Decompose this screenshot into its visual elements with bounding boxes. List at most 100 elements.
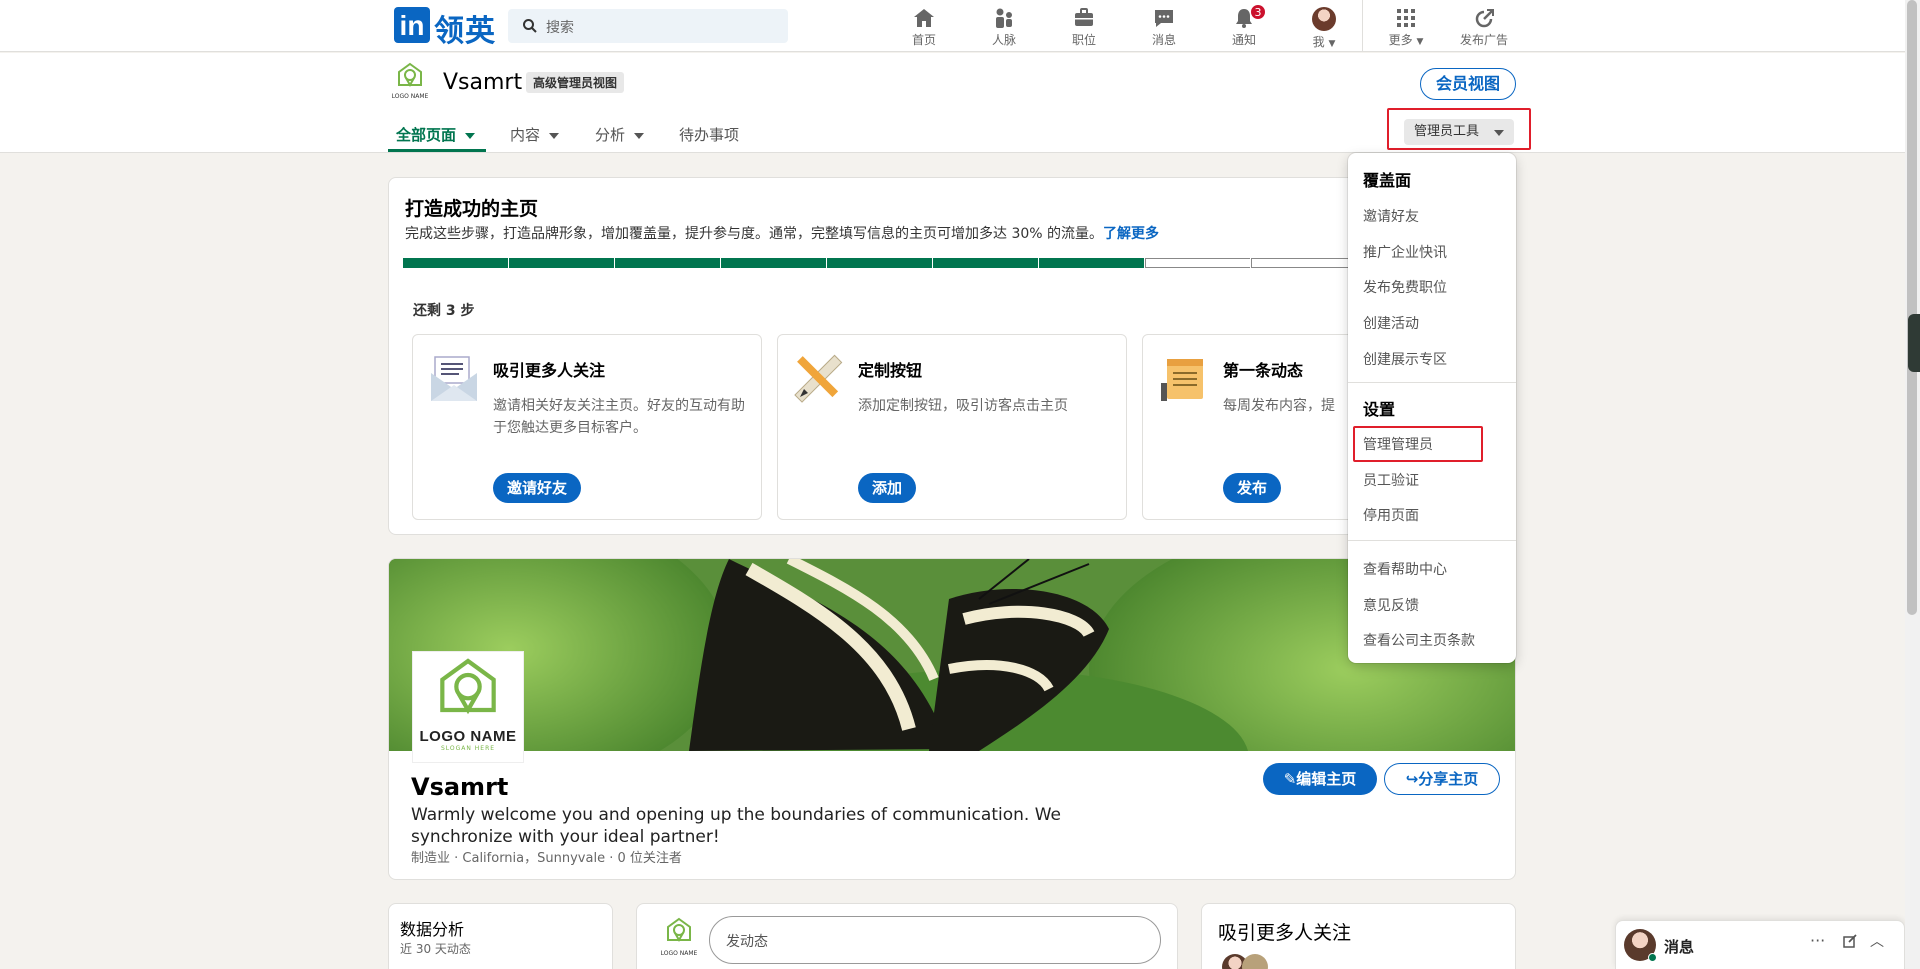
company-tagline: Warmly welcome you and opening up the bo… xyxy=(411,805,1061,847)
analytics-card: 数据分析 近 30 天动态 xyxy=(388,903,613,969)
company-meta: 制造业 · California，Sunnyvale · 0 位关注者 xyxy=(411,851,682,866)
nav-me[interactable]: 我 ▼ xyxy=(1284,4,1364,50)
progress-segment-complete xyxy=(1039,258,1144,268)
admin-view-badge: 高级管理员视图 xyxy=(526,72,625,93)
progress-segment-incomplete xyxy=(1251,258,1356,268)
menu-item-feedback[interactable]: 意见反馈 xyxy=(1363,595,1419,615)
nav-me-label-wrap: 我 ▼ xyxy=(1284,33,1364,50)
menu-item-employee-verification[interactable]: 员工验证 xyxy=(1363,470,1419,490)
step-desc: 邀请相关好友关注主页。好友的互动有助于您触达更多目标客户。 xyxy=(493,398,745,436)
grid-icon xyxy=(1397,9,1415,27)
caret-down-icon xyxy=(634,132,645,139)
edit-page-button[interactable]: ✎编辑主页 xyxy=(1263,763,1377,795)
composer-logo-caption: LOGO NAME xyxy=(660,950,698,957)
progress-segment-complete xyxy=(933,258,1038,268)
step-desc: 添加定制按钮，吸引访客点击主页 xyxy=(858,398,1068,414)
progress-segment-complete xyxy=(827,258,932,268)
side-panel-handle[interactable] xyxy=(1908,314,1920,372)
nav-more[interactable]: 更多 ▼ xyxy=(1366,4,1446,50)
learn-more-link[interactable]: 了解更多 xyxy=(1103,226,1159,242)
analytics-subtitle: 近 30 天动态 xyxy=(400,942,471,956)
online-status-dot xyxy=(1648,953,1657,962)
nav-post-ads[interactable]: 发布广告 xyxy=(1444,4,1524,50)
success-card-title: 打造成功的主页 xyxy=(405,198,539,220)
menu-item-help-center[interactable]: 查看帮助中心 xyxy=(1363,559,1447,579)
avatar xyxy=(1312,7,1336,31)
logo-name-text: LOGO NAME xyxy=(419,728,517,745)
tab-analytics[interactable]: 分析 xyxy=(595,124,645,145)
linkedin-logo-icon[interactable]: in xyxy=(394,7,430,43)
more-options-icon[interactable]: ··· xyxy=(1810,931,1825,950)
nav-notifications[interactable]: 3 通知 xyxy=(1204,4,1284,50)
menu-item-post-free-job[interactable]: 发布免费职位 xyxy=(1363,277,1447,297)
pencil-ruler-icon xyxy=(794,354,843,403)
invite-friends-button[interactable]: 邀请好友 xyxy=(493,473,582,503)
notification-badge: 3 xyxy=(1250,4,1266,20)
remaining-steps: 还剩 3 步 xyxy=(413,303,475,319)
nav-notifications-label: 通知 xyxy=(1231,33,1256,47)
success-card-desc-wrap: 完成这些步骤，打造品牌形象，增加覆盖量，提升参与度。通常，完整填写信息的主页可增… xyxy=(405,223,1159,243)
success-page-card: 打造成功的主页 完成这些步骤，打造品牌形象，增加覆盖量，提升参与度。通常，完整填… xyxy=(388,177,1516,535)
dropdown-heading-settings: 设置 xyxy=(1363,400,1396,419)
compose-icon[interactable] xyxy=(1842,933,1858,953)
member-view-button[interactable]: 会员视图 xyxy=(1420,68,1516,100)
tab-todo-label: 待办事项 xyxy=(679,126,740,144)
step-title: 定制按钮 xyxy=(858,361,923,380)
admin-tools-dropdown: 覆盖面 邀请好友 推广企业快讯 发布免费职位 创建活动 创建展示专区 设置 管理… xyxy=(1348,153,1516,663)
follow-card-title: 吸引更多人关注 xyxy=(1218,922,1352,944)
nav-messaging[interactable]: 消息 xyxy=(1124,4,1204,50)
tab-content-label: 内容 xyxy=(510,126,541,144)
nav-jobs[interactable]: 职位 xyxy=(1044,4,1124,50)
progress-segment-complete xyxy=(403,258,508,268)
company-logo[interactable]: LOGO NAME xyxy=(388,61,432,105)
menu-item-promote-newsletter[interactable]: 推广企业快讯 xyxy=(1363,242,1447,262)
tab-todo[interactable]: 待办事项 xyxy=(679,124,739,145)
step-title: 第一条动态 xyxy=(1223,361,1304,380)
dropdown-heading-reach: 覆盖面 xyxy=(1363,171,1412,190)
menu-item-page-terms[interactable]: 查看公司主页条款 xyxy=(1363,630,1475,650)
profile-logo[interactable]: LOGO NAME SLOGAN HERE xyxy=(412,651,524,763)
chevron-down-icon: ▼ xyxy=(1416,37,1424,47)
linkedin-logo-text[interactable]: 领英 xyxy=(434,6,496,50)
tab-all-pages[interactable]: 全部页面 xyxy=(396,124,476,145)
add-button[interactable]: 添加 xyxy=(858,473,917,503)
top-navigation: in 领英 搜索 首页 人脉 职位 消息 3 通知 我 ▼ 更多 ▼ 发布广告 xyxy=(0,0,1905,52)
post-input-placeholder: 发动态 xyxy=(726,934,768,950)
menu-item-deactivate-page[interactable]: 停用页面 xyxy=(1363,505,1419,525)
page-header: LOGO NAME Vsamrt 高级管理员视图 会员视图 全部页面 内容 分析… xyxy=(0,53,1905,153)
location-pin-icon xyxy=(667,917,691,943)
search-input[interactable]: 搜索 xyxy=(508,9,788,43)
menu-item-invite-friends[interactable]: 邀请好友 xyxy=(1363,206,1419,226)
tab-content[interactable]: 内容 xyxy=(510,124,560,145)
share-page-button[interactable]: ↪分享主页 xyxy=(1384,763,1500,795)
post-input[interactable]: 发动态 xyxy=(709,916,1161,964)
page-title: Vsamrt xyxy=(443,70,523,95)
avatar xyxy=(1242,954,1268,969)
progress-segment-complete xyxy=(615,258,720,268)
search-icon xyxy=(523,19,537,33)
progress-segment-incomplete xyxy=(1145,258,1250,268)
messaging-bar[interactable]: 消息 ··· ︿ xyxy=(1615,920,1905,969)
nav-home-label: 首页 xyxy=(911,33,936,47)
nav-divider xyxy=(1362,0,1363,52)
share-page-label: 分享主页 xyxy=(1418,770,1479,788)
menu-item-create-event[interactable]: 创建活动 xyxy=(1363,313,1419,333)
progress-segment-complete xyxy=(509,258,614,268)
pencil-icon: ✎ xyxy=(1283,770,1297,788)
location-pin-icon xyxy=(440,658,496,715)
scrollbar-thumb[interactable] xyxy=(1907,0,1917,615)
highlight-box-admin-tools xyxy=(1387,108,1531,150)
notepad-icon xyxy=(1161,359,1203,401)
publish-button[interactable]: 发布 xyxy=(1223,473,1282,503)
dropdown-divider xyxy=(1348,382,1516,383)
chevron-up-icon[interactable]: ︿ xyxy=(1870,931,1884,951)
step-card-follow: 吸引更多人关注 邀请相关好友关注主页。好友的互动有助于您触达更多目标客户。 邀请… xyxy=(412,334,762,520)
nav-home[interactable]: 首页 xyxy=(884,4,964,50)
step-card-custom-button: 定制按钮 添加定制按钮，吸引访客点击主页 添加 xyxy=(777,334,1127,520)
highlight-box-manage-admins xyxy=(1353,426,1483,462)
nav-network[interactable]: 人脉 xyxy=(964,4,1044,50)
message-icon xyxy=(1155,10,1173,27)
menu-item-create-showcase[interactable]: 创建展示专区 xyxy=(1363,349,1447,369)
tab-all-pages-label: 全部页面 xyxy=(396,126,457,144)
nav-messaging-label: 消息 xyxy=(1151,33,1176,47)
